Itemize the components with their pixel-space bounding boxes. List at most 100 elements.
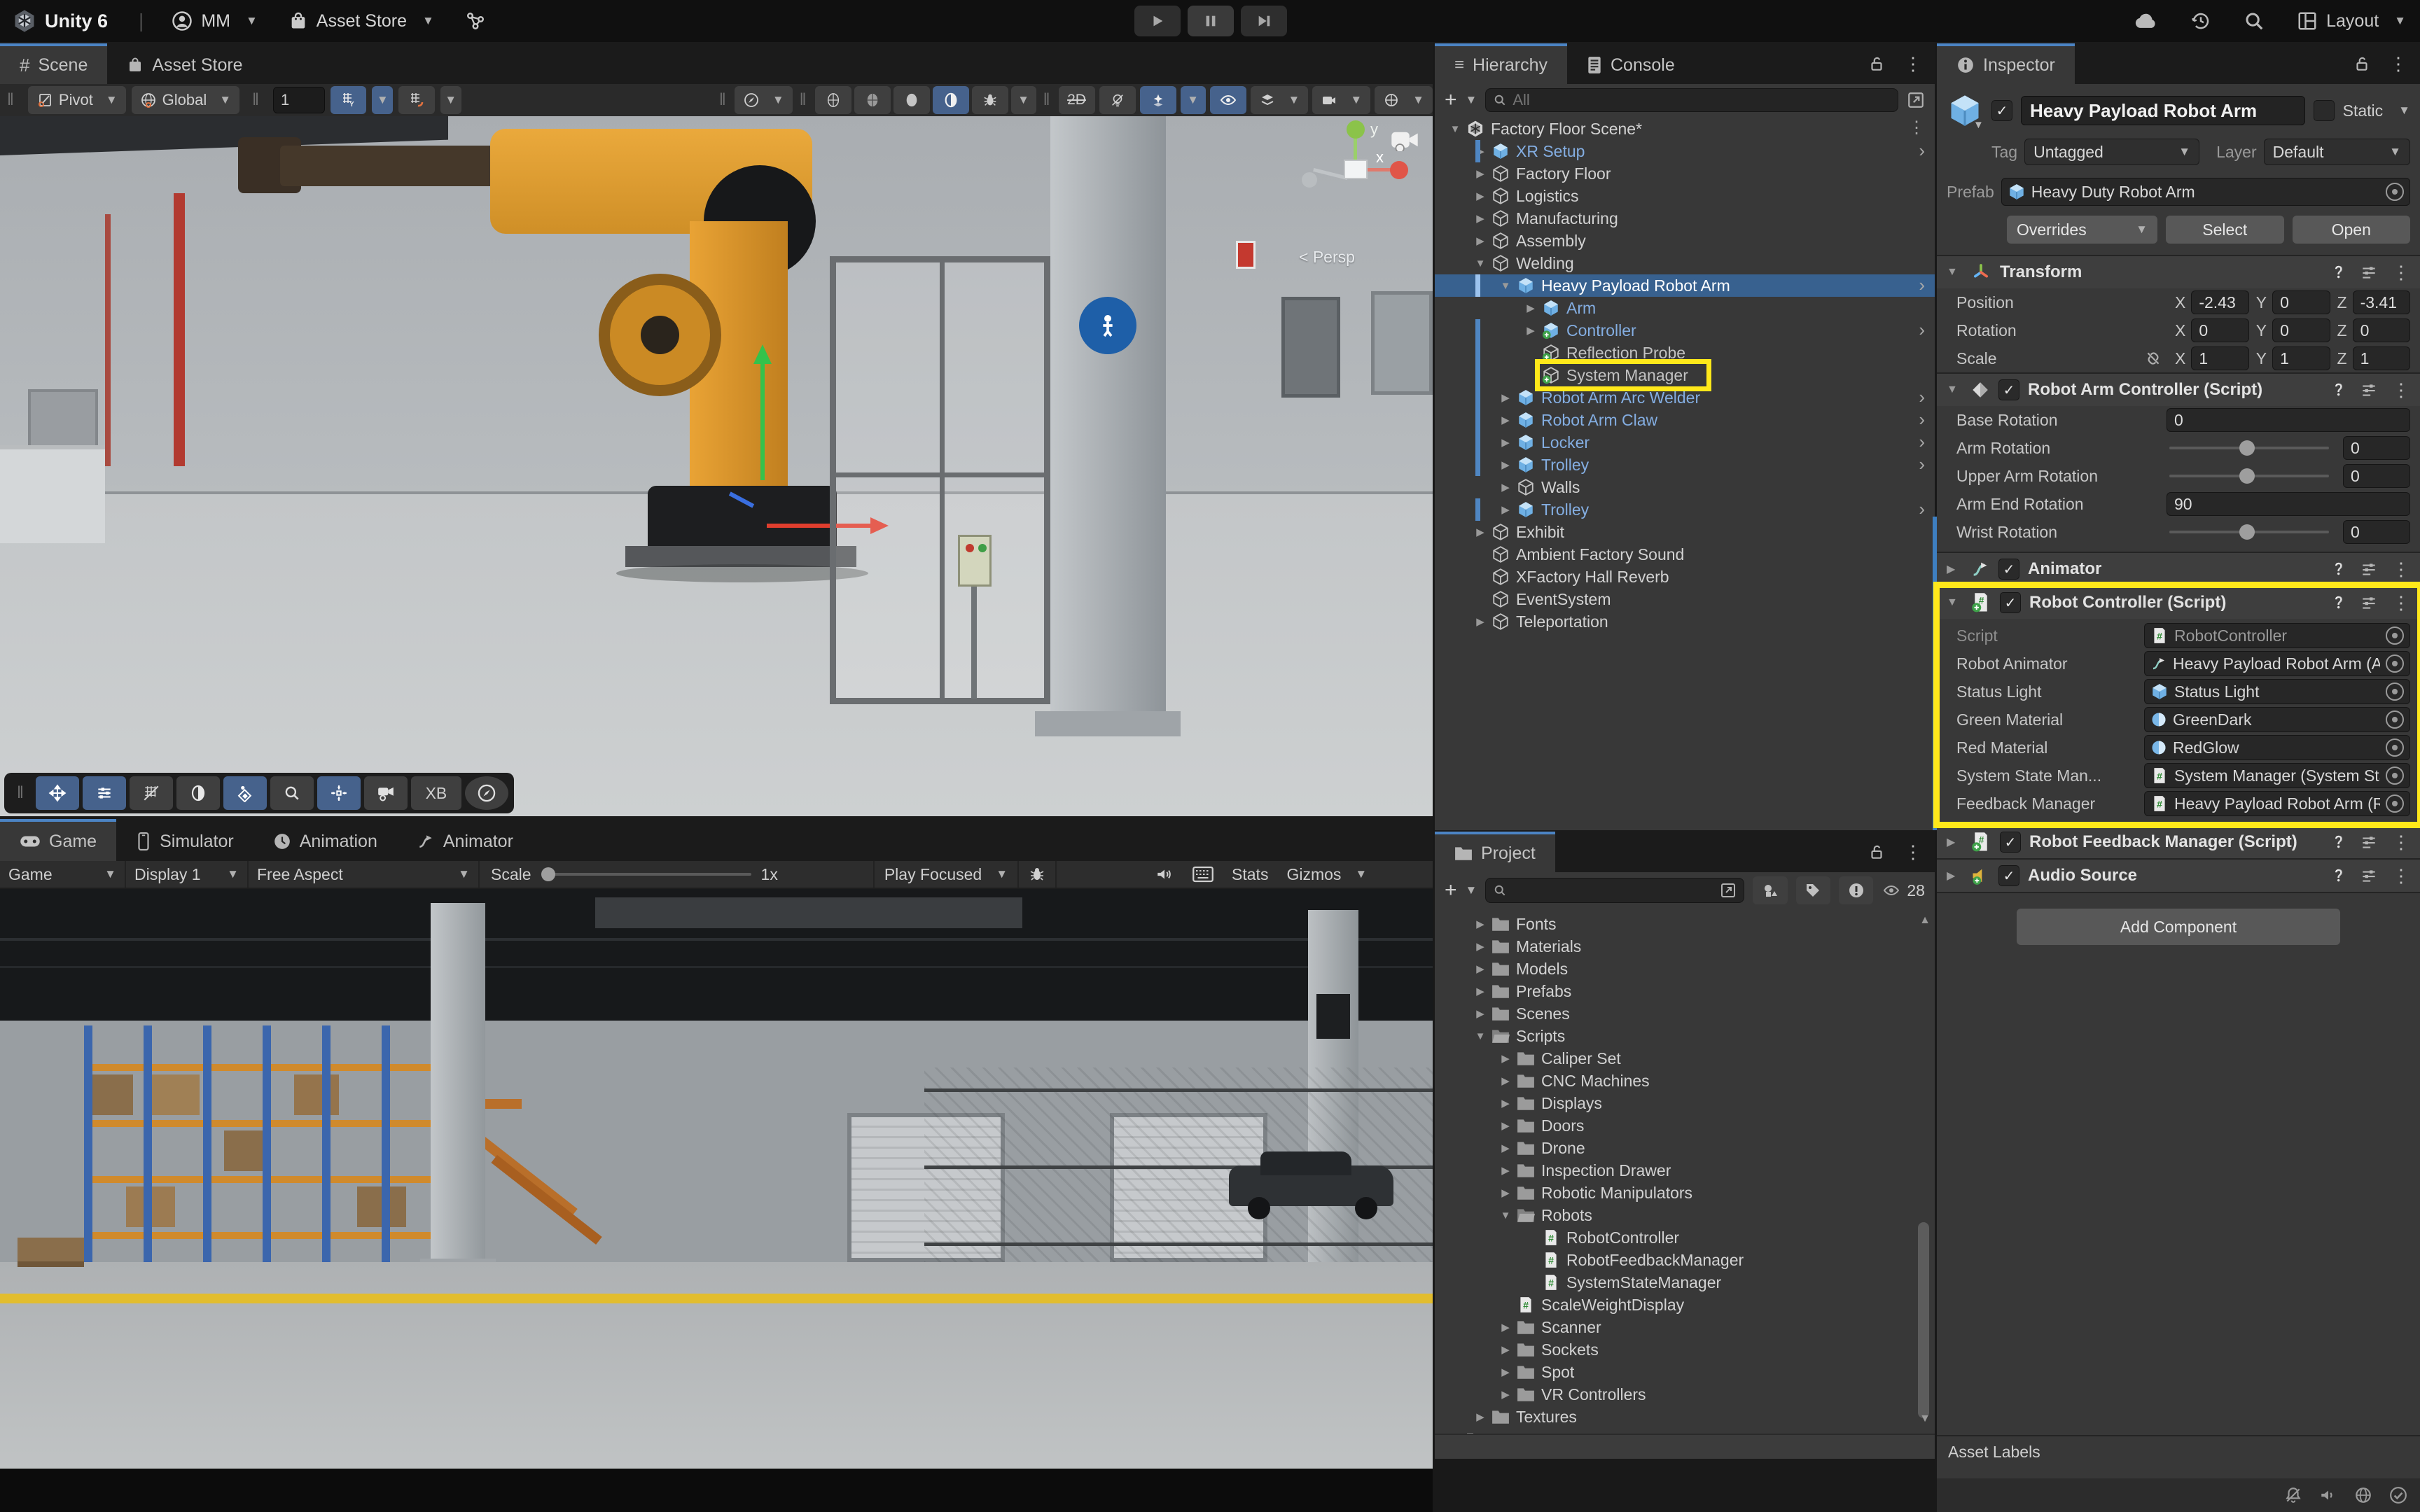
foldout-icon[interactable]: ▼ bbox=[1495, 1210, 1516, 1222]
project-row[interactable]: ▶Caliper Set bbox=[1435, 1047, 1935, 1070]
camera-overlay-button[interactable] bbox=[364, 776, 408, 810]
gizmo-y-arrow[interactable] bbox=[760, 361, 765, 480]
transform-header[interactable]: ▼ Transform ❔⋮ bbox=[1937, 255, 2420, 288]
foldout-icon[interactable]: ▶ bbox=[1470, 212, 1491, 225]
project-row[interactable]: ▼Robots bbox=[1435, 1204, 1935, 1226]
aspect-dropdown[interactable]: Free Aspect▼ bbox=[249, 861, 480, 888]
toolbar-grip[interactable]: ‖ bbox=[252, 90, 260, 110]
project-row[interactable]: ▶Scanner bbox=[1435, 1316, 1935, 1338]
xb-overlay-button[interactable]: XB bbox=[411, 776, 461, 810]
shading-overlay-button[interactable] bbox=[176, 776, 220, 810]
hierarchy-row[interactable]: ▶XR Setup› bbox=[1435, 140, 1935, 162]
shading-rendered-button[interactable] bbox=[933, 86, 969, 114]
project-row[interactable]: #SystemStateManager bbox=[1435, 1271, 1935, 1294]
check-circle-icon[interactable] bbox=[2389, 1486, 2407, 1504]
help-icon[interactable]: ❔ bbox=[2332, 383, 2346, 397]
foldout-icon[interactable]: ▶ bbox=[1470, 940, 1491, 953]
prefab-object-field[interactable]: Heavy Duty Robot Arm bbox=[2001, 178, 2410, 206]
object-reference-field[interactable]: #System Manager (System Sta bbox=[2144, 763, 2410, 788]
hierarchy-row[interactable]: ▶Logistics bbox=[1435, 185, 1935, 207]
snap-dropdown[interactable]: ▼ bbox=[440, 86, 461, 114]
lock-icon[interactable] bbox=[1868, 842, 1886, 862]
help-icon[interactable]: ❔ bbox=[2332, 596, 2346, 610]
speaker-icon[interactable] bbox=[2319, 1486, 2337, 1504]
foldout-icon[interactable]: ▶ bbox=[1520, 324, 1541, 337]
scale-slider[interactable]: Scale 1x bbox=[480, 861, 789, 888]
project-row[interactable]: ▶Displays bbox=[1435, 1092, 1935, 1114]
project-search[interactable] bbox=[1485, 878, 1744, 903]
property-value-field[interactable]: 0 bbox=[2343, 464, 2410, 488]
tab-game[interactable]: Game bbox=[0, 819, 116, 861]
project-row[interactable]: #RobotFeedbackManager bbox=[1435, 1249, 1935, 1271]
project-row[interactable]: ▶CNC Machines bbox=[1435, 1070, 1935, 1092]
link-broken-icon[interactable] bbox=[2144, 349, 2162, 368]
project-row[interactable]: ▼Scripts bbox=[1435, 1025, 1935, 1047]
scroll-down-arrow[interactable]: ▼ bbox=[1919, 1413, 1931, 1425]
kebab-menu-icon[interactable]: ⋮ bbox=[2392, 379, 2410, 401]
audio-source-header[interactable]: ▶ ✓ Audio Source ❔⋮ bbox=[1937, 858, 2420, 892]
prefab-chevron-icon[interactable]: › bbox=[1919, 386, 1925, 408]
shading-dropdown[interactable]: ▼ bbox=[1011, 86, 1036, 114]
display-mode-dropdown[interactable]: Game▼ bbox=[0, 861, 126, 888]
hierarchy-row[interactable]: ▶Trolley› bbox=[1435, 454, 1935, 476]
component-enabled-checkbox[interactable]: ✓ bbox=[2000, 832, 2021, 853]
hierarchy-row[interactable]: ▶Assembly bbox=[1435, 230, 1935, 252]
hierarchy-row[interactable]: ▶Manufacturing bbox=[1435, 207, 1935, 230]
transform-y-field[interactable]: 0 bbox=[2272, 290, 2330, 314]
hierarchy-search-input[interactable] bbox=[1512, 91, 1891, 109]
component-enabled-checkbox[interactable]: ✓ bbox=[1998, 559, 2019, 580]
component-enabled-checkbox[interactable]: ✓ bbox=[2000, 592, 2021, 613]
hierarchy-row[interactable]: EventSystem bbox=[1435, 588, 1935, 610]
prefab-chevron-icon[interactable]: › bbox=[1919, 140, 1925, 162]
presets-icon[interactable] bbox=[2360, 560, 2378, 578]
object-reference-field[interactable]: Heavy Payload Robot Arm (An bbox=[2144, 651, 2410, 676]
prefab-chevron-icon[interactable]: › bbox=[1919, 409, 1925, 430]
object-picker-icon[interactable] bbox=[2386, 710, 2404, 729]
hierarchy-row[interactable]: ▼Welding bbox=[1435, 252, 1935, 274]
foldout-icon[interactable]: ▶ bbox=[1470, 145, 1491, 158]
scene-viewport[interactable]: y x < Persp ‖ XB bbox=[0, 116, 1433, 816]
kebab-menu-icon[interactable]: ⋮ bbox=[1904, 841, 1922, 863]
add-component-button[interactable]: Add Component bbox=[2017, 909, 2340, 945]
presets-icon[interactable] bbox=[2360, 594, 2378, 612]
kebab-menu-icon[interactable]: ⋮ bbox=[2392, 832, 2410, 853]
scene-lighting-button[interactable] bbox=[1099, 86, 1136, 114]
scale-track[interactable] bbox=[541, 873, 751, 876]
play-focused-dropdown[interactable]: Play Focused▼ bbox=[873, 861, 1017, 888]
foldout-icon[interactable]: ▶ bbox=[1495, 1097, 1516, 1110]
grid-dropdown[interactable]: ▼ bbox=[372, 86, 393, 114]
mute-audio-icon[interactable] bbox=[1155, 865, 1174, 883]
toolbar-grip[interactable]: ‖ bbox=[800, 90, 808, 110]
help-icon[interactable]: ❔ bbox=[2332, 869, 2346, 883]
project-row[interactable]: ▶Robotic Manipulators bbox=[1435, 1182, 1935, 1204]
hierarchy-search[interactable] bbox=[1485, 88, 1898, 112]
chevron-down-icon[interactable]: ▼ bbox=[2398, 104, 2410, 118]
gameobject-name-field[interactable] bbox=[2021, 96, 2305, 125]
hierarchy-row[interactable]: ▶Robot Arm Claw› bbox=[1435, 409, 1935, 431]
object-picker-icon[interactable] bbox=[2386, 766, 2404, 785]
presets-icon[interactable] bbox=[2360, 381, 2378, 399]
scroll-up-arrow[interactable]: ▲ bbox=[1919, 914, 1931, 927]
account-menu[interactable]: MM▼ bbox=[172, 10, 257, 31]
tab-animator[interactable]: Animator bbox=[397, 819, 533, 861]
shading-solid-button[interactable] bbox=[893, 86, 930, 114]
foldout-icon[interactable]: ▼ bbox=[1445, 123, 1466, 135]
hidden-packages-button[interactable] bbox=[1839, 876, 1873, 904]
shading-shaded-wire-button[interactable] bbox=[854, 86, 891, 114]
active-checkbox[interactable]: ✓ bbox=[1991, 100, 2012, 121]
property-value-field[interactable]: 0 bbox=[2167, 408, 2410, 432]
search-icon[interactable] bbox=[2244, 10, 2265, 31]
grid-visibility-button[interactable]: Y bbox=[331, 86, 366, 114]
transform-z-field[interactable]: -3.41 bbox=[2353, 290, 2410, 314]
foldout-icon[interactable]: ▶ bbox=[1495, 1119, 1516, 1132]
step-button[interactable] bbox=[1241, 6, 1287, 36]
hierarchy-row[interactable]: Reflection Probe bbox=[1435, 342, 1935, 364]
transform-x-field[interactable]: 1 bbox=[2191, 346, 2248, 370]
foldout-icon[interactable]: ▼ bbox=[1470, 258, 1491, 270]
overlay-grip[interactable]: ‖ bbox=[17, 783, 25, 803]
grid-overlay-button[interactable] bbox=[130, 776, 173, 810]
kebab-menu-icon[interactable]: ⋮ bbox=[2392, 559, 2410, 580]
help-icon[interactable]: ❔ bbox=[2332, 835, 2346, 849]
hierarchy-row[interactable]: ▶Robot Arm Arc Welder› bbox=[1435, 386, 1935, 409]
prefab-chevron-icon[interactable]: › bbox=[1919, 454, 1925, 475]
